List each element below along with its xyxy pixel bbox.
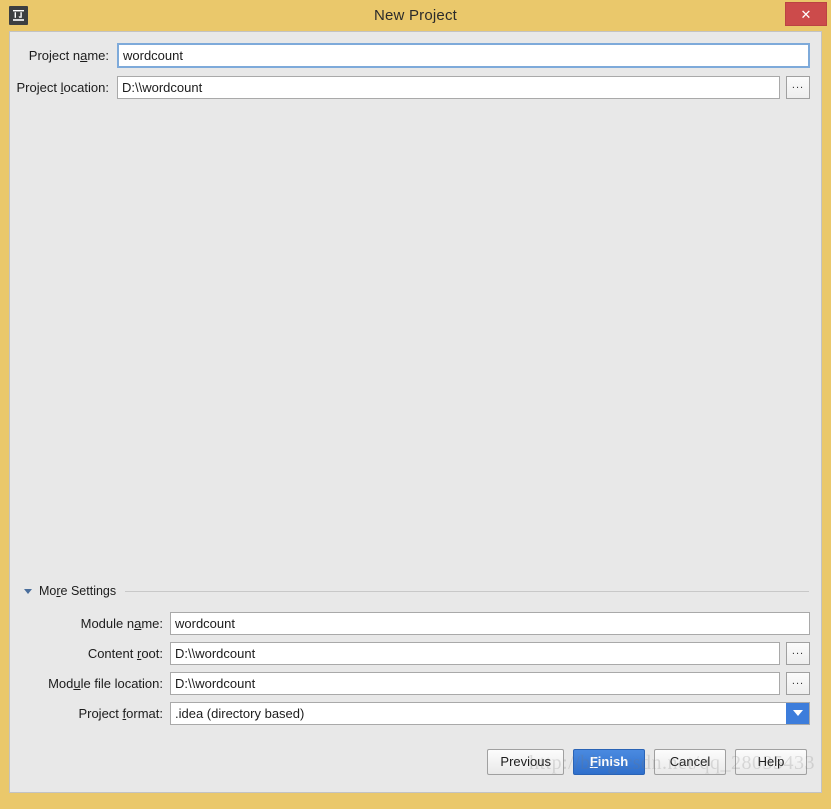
dialog-content: Project name: Project location: ... More… bbox=[9, 31, 822, 793]
content-root-label: Content root: bbox=[87, 645, 163, 661]
project-name-input[interactable] bbox=[117, 42, 810, 68]
cancel-button[interactable]: Cancel bbox=[654, 749, 726, 775]
project-format-value: .idea (directory based) bbox=[175, 705, 305, 721]
module-name-row: Module name: bbox=[10, 608, 810, 638]
close-icon: ✕ bbox=[800, 6, 812, 22]
module-file-location-input[interactable] bbox=[170, 671, 780, 695]
chevron-down-icon[interactable] bbox=[786, 702, 809, 724]
more-settings-rows: Module name: Content root: ... Module fi… bbox=[10, 600, 821, 728]
module-name-label: Module name: bbox=[80, 615, 163, 631]
project-location-input[interactable] bbox=[117, 75, 780, 99]
project-basics-form: Project name: Project location: ... bbox=[10, 32, 821, 104]
help-button[interactable]: Help bbox=[735, 749, 807, 775]
project-location-browse-button[interactable]: ... bbox=[786, 75, 810, 99]
dialog-button-bar: Previous Finish Cancel Help bbox=[10, 732, 821, 792]
title-bar: New Project ✕ bbox=[0, 0, 831, 31]
more-settings-divider bbox=[125, 590, 809, 592]
more-settings-label: More Settings bbox=[39, 584, 117, 598]
close-button[interactable]: ✕ bbox=[785, 2, 827, 26]
module-file-location-browse-button[interactable]: ... bbox=[786, 671, 810, 695]
project-name-label: Project name: bbox=[28, 47, 109, 63]
more-settings-toggle[interactable]: More Settings bbox=[10, 582, 821, 600]
finish-button[interactable]: Finish bbox=[573, 749, 645, 775]
project-location-row: Project location: ... bbox=[10, 72, 821, 102]
project-format-row: Project format: .idea (directory based) bbox=[10, 698, 810, 728]
new-project-dialog-window: New Project ✕ Project name: Project loca… bbox=[0, 0, 831, 809]
module-name-input[interactable] bbox=[170, 611, 810, 635]
module-file-location-label: Module file location: bbox=[48, 675, 163, 691]
project-template-panel bbox=[10, 104, 821, 582]
previous-button[interactable]: Previous bbox=[487, 749, 564, 775]
content-root-browse-button[interactable]: ... bbox=[786, 641, 810, 665]
project-format-label: Project format: bbox=[78, 705, 163, 721]
module-file-location-row: Module file location: ... bbox=[10, 668, 810, 698]
project-name-row: Project name: bbox=[10, 40, 821, 70]
content-root-input[interactable] bbox=[170, 641, 780, 665]
intellij-idea-icon bbox=[9, 6, 28, 25]
content-root-row: Content root: ... bbox=[10, 638, 810, 668]
triangle-down-icon bbox=[24, 588, 32, 594]
project-location-label: Project location: bbox=[16, 79, 109, 95]
window-title: New Project bbox=[373, 7, 458, 24]
project-format-select[interactable]: .idea (directory based) bbox=[170, 701, 810, 725]
more-settings-section: More Settings Module name: Content root:… bbox=[10, 582, 821, 725]
